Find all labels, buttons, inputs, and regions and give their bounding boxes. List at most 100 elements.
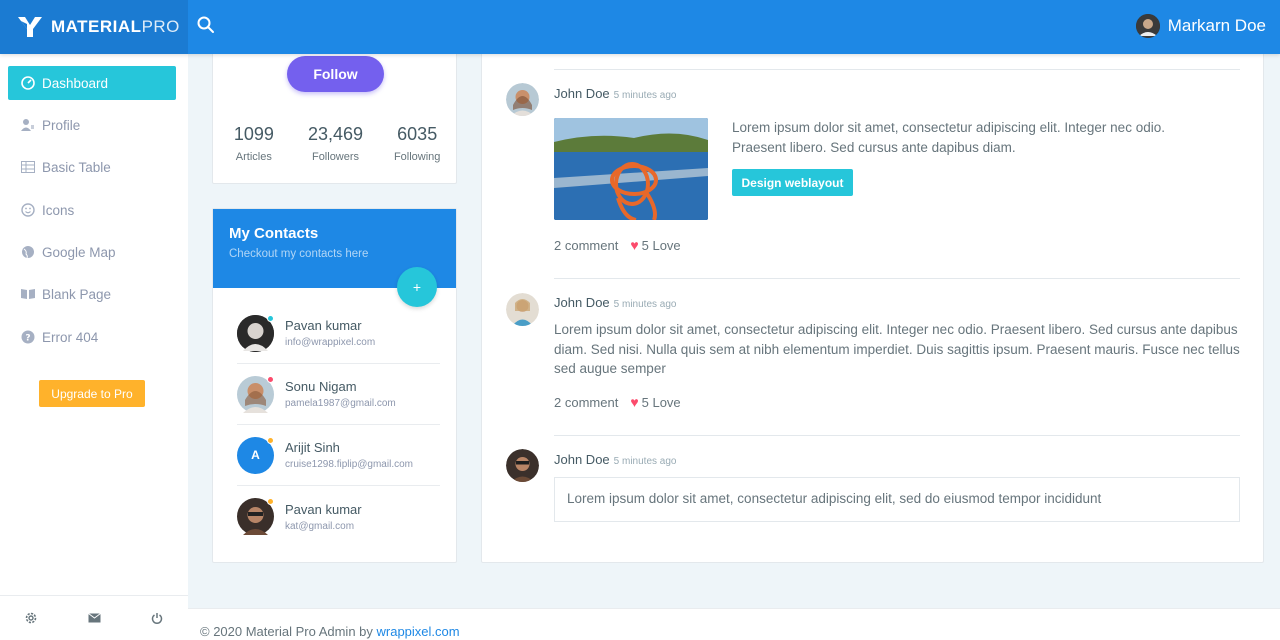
avatar-initial: A: [251, 448, 260, 462]
contact-item[interactable]: A Arijit Sinh cruise1298.fiplip@gmail.co…: [237, 425, 440, 486]
status-dot: [267, 436, 274, 444]
smiley-icon: [20, 202, 36, 218]
sidebar-item-label: Icons: [42, 202, 75, 218]
sidebar-item-dashboard[interactable]: Dashboard: [8, 66, 176, 100]
svg-text:?: ?: [25, 334, 30, 344]
post-image[interactable]: [554, 118, 708, 220]
stat-articles: 1099 Articles: [213, 124, 295, 163]
post-actions: 2 comment ♥ 5 Love: [554, 237, 681, 253]
upgrade-button[interactable]: Upgrade to Pro: [39, 380, 145, 407]
sidebar-item-label: Blank Page: [42, 286, 112, 302]
search-icon[interactable]: [196, 15, 216, 35]
help-icon: ?: [20, 329, 36, 345]
sidebar-item-label: Dashboard: [42, 75, 109, 91]
avatar: A: [237, 436, 274, 474]
sidebar-item-label: Profile: [42, 117, 81, 133]
post-header: John Doe 5 minutes ago: [554, 295, 676, 310]
love-button[interactable]: ♥ 5 Love: [630, 237, 680, 253]
stat-value: 6035: [397, 124, 438, 144]
profile-card: Follow 1099 Articles 23,469 Followers 60…: [212, 40, 457, 184]
brand-logo[interactable]: MATERIALPRO: [0, 0, 188, 54]
sidebar-item-profile[interactable]: Profile: [8, 108, 176, 142]
contact-item[interactable]: Pavan kumar info@wrappixel.com: [237, 303, 440, 364]
post-quote: Lorem ipsum dolor sit amet, consectetur …: [554, 477, 1240, 522]
settings-icon[interactable]: [0, 596, 63, 640]
post-actions: 2 comment ♥ 5 Love: [554, 394, 681, 410]
post-text: Lorem ipsum dolor sit amet, consectetur …: [554, 322, 1240, 376]
sidebar-item-label: Google Map: [42, 244, 116, 260]
sidebar-item-error-404[interactable]: ? Error 404: [8, 320, 176, 354]
avatar: [506, 449, 539, 482]
contact-email: kat@gmail.com: [285, 520, 355, 532]
logo-icon: [18, 17, 42, 37]
sidebar-item-google-map[interactable]: Google Map: [8, 235, 176, 269]
sidebar-item-label: Error 404: [42, 329, 99, 345]
user-icon: [20, 117, 36, 133]
contacts-subtitle: Checkout my contacts here: [229, 248, 369, 260]
contact-item[interactable]: Sonu Nigam pamela1987@gmail.com: [237, 364, 440, 425]
power-icon[interactable]: [125, 596, 188, 640]
stat-value: 23,469: [307, 124, 364, 144]
stat-value: 1099: [233, 124, 274, 144]
sidebar-item-basic-table[interactable]: Basic Table: [8, 150, 176, 184]
sidebar-item-blank-page[interactable]: Blank Page: [8, 277, 176, 311]
stat-followers: 23,469 Followers: [295, 124, 377, 163]
contacts-card: My Contacts Checkout my contacts here + …: [212, 208, 457, 563]
contact-name: Sonu Nigam: [285, 379, 357, 394]
dashboard-icon: [20, 75, 36, 91]
post-author[interactable]: John Doe: [554, 86, 610, 101]
contact-email: cruise1298.fiplip@gmail.com: [285, 459, 413, 470]
status-dot: [267, 314, 274, 322]
table-icon: [20, 159, 36, 175]
comment-link[interactable]: 2 comment: [554, 238, 618, 253]
avatar: [237, 498, 274, 535]
post-author[interactable]: John Doe: [554, 452, 610, 467]
love-count: 5 Love: [641, 394, 681, 410]
sidebar: Dashboard Profile Basic Table Icons Goog…: [0, 54, 188, 640]
add-contact-button[interactable]: +: [397, 267, 437, 307]
post-text: Lorem ipsum dolor sit amet, consectetur …: [732, 120, 1165, 155]
brand-name: MATERIALPRO: [51, 17, 180, 36]
status-dot: [267, 498, 274, 505]
heart-icon: ♥: [630, 237, 639, 253]
status-dot: [267, 375, 274, 383]
user-menu[interactable]: Markarn Doe: [1135, 14, 1266, 38]
contact-name: Arijit Sinh: [285, 440, 340, 455]
globe-icon: [20, 244, 36, 260]
contact-email: pamela1987@gmail.com: [285, 398, 396, 409]
book-icon: [20, 286, 36, 302]
mail-icon[interactable]: [63, 596, 126, 640]
footer: © 2020 Material Pro Admin by wrappixel.c…: [188, 608, 1280, 640]
post-time: 5 minutes ago: [613, 299, 677, 310]
love-button[interactable]: ♥ 5 Love: [630, 394, 680, 410]
stat-following: 6035 Following: [376, 124, 458, 163]
contact-name: Pavan kumar: [285, 501, 362, 517]
footer-link[interactable]: wrappixel.com: [377, 624, 460, 639]
divider: [554, 435, 1240, 436]
topbar: MATERIALPRO Markarn Doe: [0, 0, 1280, 54]
avatar: [506, 293, 539, 326]
love-count: 5 Love: [641, 237, 681, 253]
stat-label: Articles: [235, 151, 272, 163]
post-author[interactable]: John Doe: [554, 295, 610, 310]
post-header: John Doe 5 minutes ago: [554, 452, 676, 467]
divider: [554, 278, 1240, 279]
avatar: [506, 83, 539, 116]
footer-text: © 2020 Material Pro Admin by: [200, 624, 377, 639]
divider: [554, 69, 1240, 70]
comment-link[interactable]: 2 comment: [554, 395, 618, 410]
avatar: [1135, 14, 1160, 38]
design-weblayout-button[interactable]: Design weblayout: [732, 169, 853, 196]
post-time: 5 minutes ago: [613, 456, 677, 467]
profile-stats: 1099 Articles 23,469 Followers 6035 Foll…: [213, 124, 458, 163]
sidebar-item-icons[interactable]: Icons: [8, 193, 176, 227]
activity-feed: John Doe 5 minutes ago Lorem ipsum dolor …: [481, 40, 1264, 563]
contact-email: info@wrappixel.com: [285, 337, 376, 348]
contact-name: Pavan kumar: [285, 318, 362, 333]
contact-item[interactable]: Pavan kumar kat@gmail.com: [237, 486, 440, 547]
stat-label: Followers: [311, 151, 360, 163]
post-time: 5 minutes ago: [613, 90, 677, 101]
post-header: John Doe 5 minutes ago: [554, 86, 676, 101]
follow-button[interactable]: Follow: [287, 56, 384, 92]
sidebar-item-label: Basic Table: [42, 159, 111, 175]
